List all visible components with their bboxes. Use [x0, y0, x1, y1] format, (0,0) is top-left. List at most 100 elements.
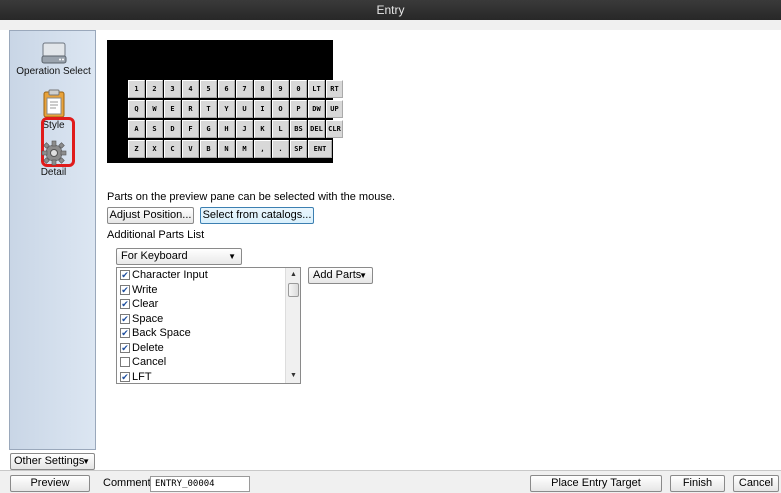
keyboard-key[interactable]: 7: [236, 80, 253, 98]
keyboard-key[interactable]: 9: [272, 80, 289, 98]
sidebar-item-label: Detail: [40, 167, 67, 178]
keyboard-key[interactable]: G: [200, 120, 217, 138]
keyboard-key[interactable]: Q: [128, 100, 145, 118]
keyboard-key[interactable]: ,: [254, 140, 271, 158]
keyboard-key[interactable]: D: [164, 120, 181, 138]
keyboard-key[interactable]: I: [254, 100, 271, 118]
keyboard-key[interactable]: W: [146, 100, 163, 118]
keyboard-key[interactable]: ENT: [308, 140, 332, 158]
keyboard-row: Z X C V B N M,. SP ENT: [128, 140, 344, 159]
keyboard-key[interactable]: 2: [146, 80, 163, 98]
keyboard-key[interactable]: Z: [128, 140, 145, 158]
keyboard-key[interactable]: 1: [128, 80, 145, 98]
keyboard-key[interactable]: C: [164, 140, 181, 158]
sidebar-item-operation-select[interactable]: Operation Select: [10, 41, 97, 77]
keyboard-key[interactable]: E: [164, 100, 181, 118]
checkbox[interactable]: ✔: [120, 342, 130, 353]
keyboard-key[interactable]: V: [182, 140, 199, 158]
keyboard-key[interactable]: 0: [290, 80, 307, 98]
add-parts-button[interactable]: Add Parts ▼: [308, 267, 373, 284]
keyboard-key[interactable]: BS: [290, 120, 307, 138]
bottom-bar: Preview Display Comment ENTRY_00004 Plac…: [0, 470, 781, 493]
keyboard-key[interactable]: 6: [218, 80, 235, 98]
keyboard-key[interactable]: J: [236, 120, 253, 138]
chevron-down-icon: ▼: [82, 457, 90, 466]
checkbox[interactable]: [120, 357, 130, 368]
keyboard-preview-pane[interactable]: 1 2 3 4 5 6 7 8 9 0 LT RT Q W E R T Y U I O P DW UP A S D F G H J K L BS D…: [107, 40, 343, 163]
keyboard-key[interactable]: .: [272, 140, 289, 158]
checkbox[interactable]: ✔: [120, 270, 130, 281]
keyboard-key[interactable]: X: [146, 140, 163, 158]
keyboard-key[interactable]: B: [200, 140, 217, 158]
checkbox[interactable]: ✔: [120, 313, 130, 324]
list-item-label: Delete: [132, 341, 164, 354]
keyboard-key[interactable]: M: [236, 140, 253, 158]
keyboard-key[interactable]: S: [146, 120, 163, 138]
list-item[interactable]: ✔ Back Space: [117, 326, 300, 341]
checkbox[interactable]: ✔: [120, 299, 130, 310]
keyboard-key[interactable]: T: [200, 100, 217, 118]
select-from-catalogs-button[interactable]: Select from catalogs...: [200, 207, 314, 224]
keyboard-key[interactable]: U: [236, 100, 253, 118]
keyboard-key[interactable]: 3: [164, 80, 181, 98]
cancel-button[interactable]: Cancel: [733, 475, 779, 492]
keyboard-key[interactable]: N: [218, 140, 235, 158]
checkbox[interactable]: ✔: [120, 328, 130, 339]
preview-display-button[interactable]: Preview Display: [10, 475, 90, 493]
keyboard-key[interactable]: Y: [218, 100, 235, 118]
list-item[interactable]: ✔ Character Input: [117, 268, 300, 283]
keyboard-key[interactable]: A: [128, 120, 145, 138]
keyboard-key[interactable]: SP: [290, 140, 307, 158]
sidebar-item-label: Operation Select: [16, 66, 91, 77]
keyboard-key[interactable]: H: [218, 120, 235, 138]
comment-label: Comment: [103, 477, 151, 489]
keyboard-key[interactable]: L: [272, 120, 289, 138]
keyboard-key[interactable]: 5: [200, 80, 217, 98]
finish-button[interactable]: Finish: [670, 475, 725, 492]
keyboard-key[interactable]: 4: [182, 80, 199, 98]
checkbox[interactable]: ✔: [120, 284, 130, 295]
scroll-down-icon[interactable]: ▼: [286, 369, 300, 383]
parts-list-items: ✔ Character Input ✔ Write ✔ Clear ✔ Space ✔ Back …: [117, 268, 300, 384]
parts-category-value: For Keyboard: [121, 250, 188, 262]
keyboard-key[interactable]: O: [272, 100, 289, 118]
keyboard-key[interactable]: DW: [308, 100, 325, 118]
keyboard-key[interactable]: UP: [326, 100, 343, 118]
list-item[interactable]: Cancel: [117, 355, 300, 370]
comment-input[interactable]: ENTRY_00004: [150, 476, 250, 492]
keyboard-key[interactable]: LT: [308, 80, 325, 98]
keyboard-key[interactable]: RT: [326, 80, 343, 98]
keyboard-key[interactable]: DEL: [308, 120, 325, 138]
list-item[interactable]: ✔ Space: [117, 312, 300, 327]
keyboard-row: Q W E R T Y U I O P DW UP: [128, 100, 344, 119]
list-item-label: Back Space: [132, 327, 191, 340]
keyboard-key[interactable]: K: [254, 120, 271, 138]
sidebar-item-detail[interactable]: Detail: [10, 140, 97, 178]
scroll-thumb[interactable]: [288, 283, 299, 297]
keyboard-key[interactable]: P: [290, 100, 307, 118]
list-item[interactable]: ✔ Delete: [117, 341, 300, 356]
parts-list[interactable]: ✔ Character Input ✔ Write ✔ Clear ✔ Space ✔ Back …: [116, 267, 301, 384]
scroll-up-icon[interactable]: ▲: [286, 268, 300, 282]
list-item[interactable]: ✔ Write: [117, 283, 300, 298]
add-parts-label: Add Parts: [313, 269, 362, 281]
list-item[interactable]: ✔ Clear: [117, 297, 300, 312]
clipboard-icon: [43, 89, 64, 118]
keyboard-key[interactable]: R: [182, 100, 199, 118]
list-item-label: Clear: [132, 298, 159, 311]
list-item[interactable]: ✔ LFT: [117, 370, 300, 384]
sidebar: Operation Select Style Detail: [9, 30, 96, 450]
chevron-down-icon: ▼: [228, 252, 236, 261]
keyboard-key[interactable]: F: [182, 120, 199, 138]
checkbox[interactable]: ✔: [120, 371, 130, 382]
window-title: Entry: [376, 3, 405, 17]
parts-list-scrollbar[interactable]: ▲ ▼: [285, 268, 300, 383]
keyboard-key[interactable]: CLR: [326, 120, 343, 138]
chevron-down-icon: ▼: [359, 271, 367, 280]
adjust-position-button[interactable]: Adjust Position...: [107, 207, 194, 224]
window-titlebar: Entry: [0, 0, 781, 30]
place-entry-target-button[interactable]: Place Entry Target: [530, 475, 662, 492]
other-settings-dropdown[interactable]: Other Settings ▼: [10, 453, 95, 470]
parts-category-select[interactable]: For Keyboard ▼: [116, 248, 242, 265]
keyboard-key[interactable]: 8: [254, 80, 271, 98]
